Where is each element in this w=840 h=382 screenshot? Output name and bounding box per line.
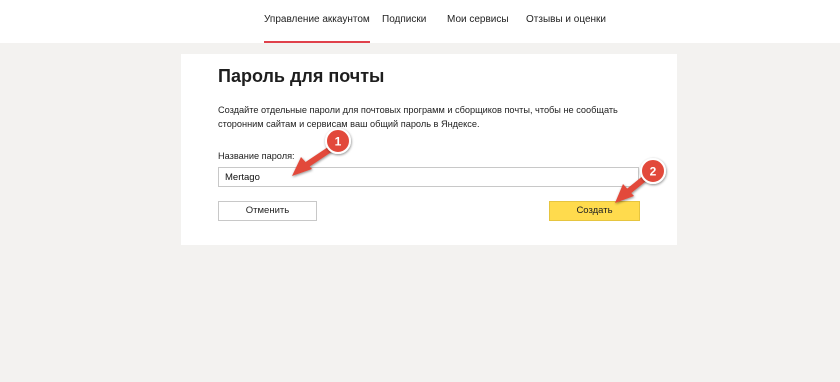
- tutorial-annotations: 1 2: [292, 128, 666, 203]
- badge-1: 1: [325, 128, 351, 154]
- badge-2-number: 2: [650, 165, 657, 179]
- arrow-2-icon: [615, 175, 648, 203]
- badge-2: 2: [640, 158, 666, 184]
- badge-1-number: 1: [335, 135, 342, 149]
- arrow-1-icon: [292, 145, 335, 176]
